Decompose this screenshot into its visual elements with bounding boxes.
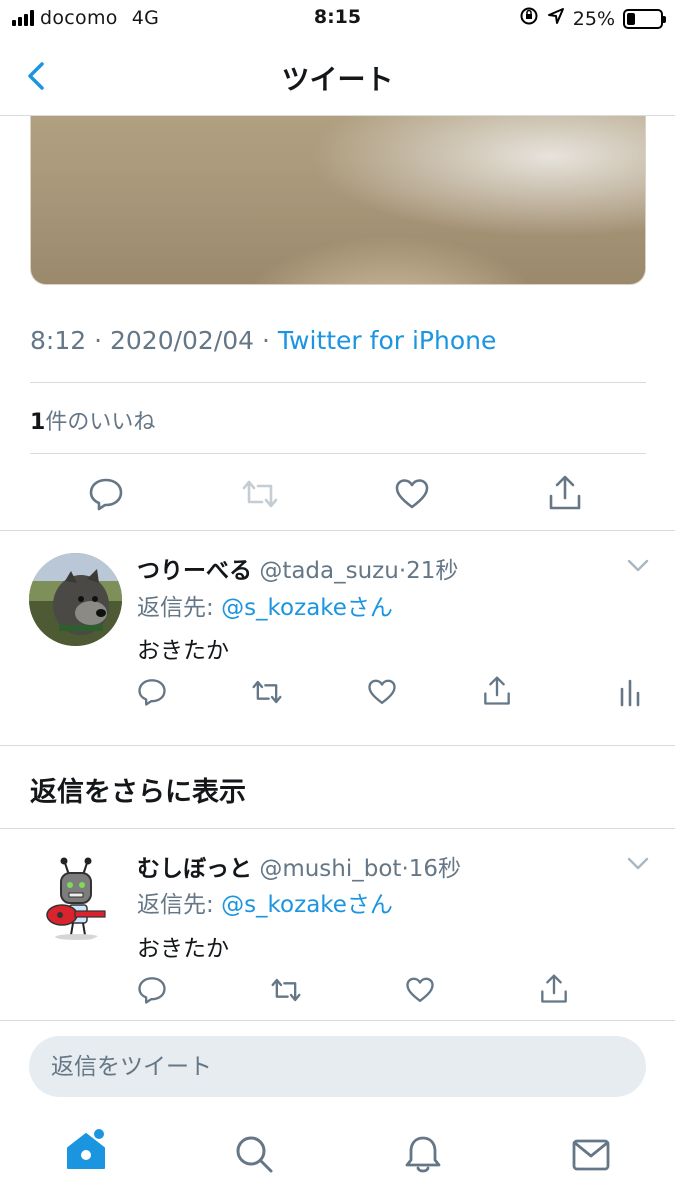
- tab-bar: [0, 1110, 675, 1200]
- reply-to-line: 返信先: @s_kozakeさん: [137, 588, 393, 622]
- show-more-replies[interactable]: 返信をさらに表示: [30, 770, 246, 809]
- battery-icon: [623, 8, 666, 29]
- divider: [0, 1020, 675, 1021]
- retweet-button[interactable]: [240, 476, 280, 512]
- heart-icon: [406, 977, 434, 1002]
- share-button[interactable]: [539, 973, 569, 1005]
- reply-tweet[interactable]: むしぼっと @mushi_bot·16秒 返信先: @s_kozakeさん おき…: [0, 829, 675, 1019]
- retweet-button[interactable]: [269, 975, 303, 1005]
- chevron-down-icon[interactable]: [627, 559, 649, 573]
- battery-level: [627, 12, 635, 25]
- tweet-time: 8:12: [30, 326, 87, 355]
- divider: [0, 745, 675, 746]
- avatar[interactable]: [29, 553, 122, 646]
- tab-notifications[interactable]: [404, 1134, 442, 1174]
- reply-icon: [89, 478, 123, 511]
- reply-text: おきたか: [137, 936, 229, 962]
- retweet-button[interactable]: [250, 677, 284, 707]
- likes-label: 件のいいね: [45, 410, 156, 435]
- reply-compose-box[interactable]: [29, 1036, 646, 1097]
- avatar[interactable]: [29, 849, 122, 942]
- share-icon: [484, 676, 510, 705]
- search-icon: [236, 1136, 273, 1173]
- user-handle[interactable]: @tada_suzu: [259, 558, 399, 584]
- nav-header: ツイート: [0, 38, 675, 116]
- reply-to-line: 返信先: @s_kozakeさん: [137, 885, 393, 919]
- reply-age: 21秒: [406, 558, 459, 584]
- reply-tweet[interactable]: つりーべる @tada_suzu·21秒 返信先: @s_kozakeさん おき…: [0, 531, 675, 745]
- dog-photo: [29, 553, 122, 646]
- robot-avatar: [46, 857, 106, 940]
- reply-button[interactable]: [137, 975, 167, 1005]
- reply-icon: [138, 977, 166, 1004]
- reply-header: つりーべる @tada_suzu·21秒: [137, 551, 458, 585]
- status-bar: docomo 4G 8:15 25%: [0, 0, 675, 38]
- divider: [30, 453, 646, 454]
- display-name[interactable]: つりーべる: [137, 558, 252, 584]
- messages-icon: [572, 1139, 610, 1171]
- share-button[interactable]: [482, 675, 512, 707]
- reply-button[interactable]: [88, 476, 124, 512]
- tweet-meta: 8:12 · 2020/02/04 · Twitter for iPhone: [30, 326, 496, 355]
- share-icon: [541, 974, 567, 1003]
- retweet-icon: [242, 480, 278, 508]
- battery-percent: 25%: [572, 7, 615, 30]
- meta-separator: ·: [254, 326, 278, 355]
- meta-separator: ·: [86, 326, 110, 355]
- reply-text: おきたか: [137, 638, 229, 664]
- heart-icon: [368, 679, 396, 704]
- page-title: ツイート: [281, 63, 394, 96]
- share-button[interactable]: [547, 474, 583, 512]
- meta-separator: ·: [401, 856, 409, 882]
- location-icon: [547, 7, 565, 30]
- analytics-icon: [620, 679, 640, 707]
- like-button[interactable]: [405, 975, 435, 1005]
- reply-input[interactable]: [29, 1036, 646, 1097]
- retweet-icon: [271, 978, 301, 1002]
- reply-to-label: 返信先:: [137, 892, 222, 918]
- reply-to-label: 返信先:: [137, 595, 222, 621]
- tweet-action-bar: [0, 470, 675, 520]
- analytics-button[interactable]: [619, 679, 641, 707]
- tab-messages[interactable]: [572, 1138, 610, 1172]
- divider: [30, 382, 646, 383]
- reply-to-user-link[interactable]: @s_kozakeさん: [221, 595, 393, 621]
- chevron-down-icon[interactable]: [627, 857, 649, 871]
- tweet-date: 2020/02/04: [109, 326, 255, 355]
- like-button[interactable]: [394, 476, 430, 512]
- reply-icon: [138, 679, 166, 706]
- user-handle[interactable]: @mushi_bot: [259, 856, 401, 882]
- tweet-media-image[interactable]: [30, 116, 646, 285]
- tab-search[interactable]: [234, 1134, 274, 1174]
- reply-button[interactable]: [137, 677, 167, 707]
- like-button[interactable]: [367, 677, 397, 707]
- orientation-lock-icon: [519, 6, 539, 31]
- status-right: 25%: [519, 6, 666, 31]
- reply-header: むしぼっと @mushi_bot·16秒: [137, 849, 461, 883]
- notifications-icon: [405, 1136, 441, 1173]
- retweet-icon: [252, 680, 282, 704]
- reply-to-user-link[interactable]: @s_kozakeさん: [221, 892, 393, 918]
- home-icon: [67, 1129, 105, 1169]
- tab-home[interactable]: [64, 1128, 108, 1172]
- likes-count[interactable]: 1件のいいね: [30, 404, 155, 436]
- share-icon: [549, 475, 581, 510]
- tweet-source-link[interactable]: Twitter for iPhone: [278, 326, 496, 355]
- reply-age: 16秒: [408, 856, 462, 882]
- heart-icon: [395, 479, 429, 509]
- display-name[interactable]: むしぼっと: [137, 856, 252, 882]
- likes-number: 1: [30, 410, 46, 435]
